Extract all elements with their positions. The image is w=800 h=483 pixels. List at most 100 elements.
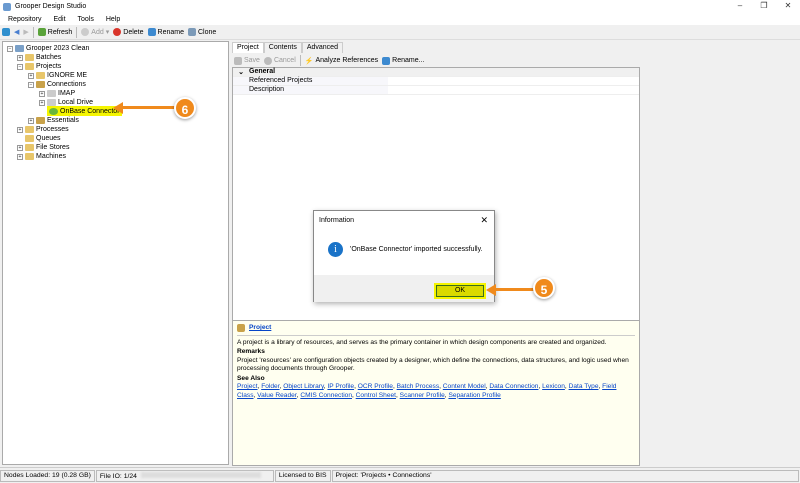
property-label: Description: [233, 86, 388, 94]
clone-button[interactable]: Clone: [187, 28, 217, 36]
help-description: A project is a library of resources, and…: [237, 338, 607, 346]
see-also-link[interactable]: Value Reader: [257, 392, 296, 399]
menu-help[interactable]: Help: [106, 16, 120, 23]
tree-node-onbase-connector[interactable]: OnBase Connector: [47, 106, 122, 116]
arrow-head: [113, 102, 123, 114]
node-label: OnBase Connector: [60, 107, 120, 115]
folder-icon: [25, 135, 34, 142]
see-also-link[interactable]: Lexicon: [542, 383, 565, 390]
property-description[interactable]: Description: [233, 86, 639, 95]
rename-label: Rename...: [392, 57, 425, 64]
rename-icon: [147, 28, 156, 36]
connection-icon: [47, 99, 56, 106]
tree-node-ignore-me[interactable]: + IGNORE ME: [28, 71, 87, 80]
see-also-link[interactable]: Project: [237, 383, 258, 390]
delete-button[interactable]: Delete: [113, 28, 144, 36]
tree-node-connections[interactable]: − Connections: [28, 80, 86, 89]
tree-node-essentials[interactable]: + Essentials: [28, 116, 79, 125]
node-label: IGNORE ME: [47, 72, 88, 79]
forward-icon[interactable]: ▶: [23, 28, 28, 36]
save-icon: [234, 56, 242, 65]
refresh-icon: [37, 28, 46, 36]
tree-node-machines[interactable]: + Machines: [17, 152, 66, 161]
close-button[interactable]: ✕: [776, 0, 800, 13]
see-also-link[interactable]: Object Library: [283, 383, 324, 390]
tree-node-queues[interactable]: Queues: [25, 134, 61, 143]
folder-icon: [36, 72, 45, 79]
refresh-button[interactable]: Refresh: [37, 28, 72, 36]
back-icon[interactable]: ◀: [14, 28, 19, 36]
menu-edit[interactable]: Edit: [53, 16, 65, 23]
rename-ellipsis-button[interactable]: Rename...: [382, 56, 425, 65]
lightning-icon: ⚡: [304, 57, 314, 65]
window-title: Grooper Design Studio: [15, 3, 87, 10]
see-also-link[interactable]: Data Type: [569, 383, 599, 390]
folder-icon: [25, 153, 34, 160]
see-also-link[interactable]: Control Sheet: [356, 392, 396, 399]
see-also-link[interactable]: Content Model: [443, 383, 486, 390]
delete-icon: [113, 28, 122, 36]
cancel-button[interactable]: Cancel: [263, 56, 296, 65]
tab-contents[interactable]: Contents: [263, 42, 302, 53]
file-io-text: File IO: 1/24: [99, 472, 137, 480]
property-referenced-projects[interactable]: Referenced Projects: [233, 77, 639, 86]
node-label: Processes: [36, 126, 69, 133]
connection-icon: [47, 90, 56, 97]
see-also-link[interactable]: CMIS Connection: [300, 392, 352, 399]
save-label: Save: [244, 57, 260, 64]
status-file-io: File IO: 1/24: [95, 469, 274, 482]
see-also-link[interactable]: IP Profile: [327, 383, 354, 390]
rename-label: Rename: [157, 28, 184, 36]
tree-node-processes[interactable]: + Processes: [17, 125, 69, 134]
node-label: Queues: [36, 135, 61, 142]
cmis-connection-icon: [49, 107, 58, 115]
delete-label: Delete: [123, 28, 144, 36]
status-project: Project: 'Projects • Connections': [331, 469, 799, 482]
tab-project[interactable]: Project: [232, 42, 264, 53]
rename-button[interactable]: Rename: [147, 28, 184, 36]
see-also-link[interactable]: Data Connection: [489, 383, 538, 390]
analyze-references-button[interactable]: ⚡ Analyze References: [305, 57, 378, 65]
cancel-icon: [263, 56, 272, 65]
tree-node-batches[interactable]: + Batches: [17, 53, 61, 62]
project-icon: [36, 117, 45, 124]
node-label: IMAP: [58, 90, 76, 97]
maximize-button[interactable]: ❐: [752, 0, 776, 13]
category-general[interactable]: ⌄ General: [233, 68, 639, 77]
app-icon: [3, 2, 11, 11]
see-also-link[interactable]: Folder: [261, 383, 279, 390]
see-also-link[interactable]: Scanner Profile: [400, 392, 445, 399]
node-label: Machines: [36, 153, 66, 160]
minimize-button[interactable]: –: [728, 0, 752, 13]
see-also-link[interactable]: OCR Profile: [358, 383, 393, 390]
add-button[interactable]: Add ▾: [81, 28, 109, 36]
tab-advanced[interactable]: Advanced: [301, 42, 343, 53]
remarks-heading: Remarks: [237, 348, 265, 355]
help-title-link[interactable]: Project: [249, 324, 271, 333]
node-label: Connections: [47, 81, 86, 88]
navigate-icon[interactable]: [2, 28, 10, 36]
right-panel: Project Contents Advanced Save Cancel ⚡ A…: [232, 41, 798, 466]
folder-icon: [25, 126, 34, 133]
see-also-link[interactable]: Separation Profile: [448, 392, 500, 399]
node-label: Essentials: [47, 117, 79, 124]
project-icon: [237, 324, 245, 333]
folder-icon: [25, 54, 34, 61]
tree-node-file-stores[interactable]: + File Stores: [17, 143, 69, 152]
tree-node-root[interactable]: − Grooper 2023 Clean: [7, 44, 89, 53]
node-label: Projects: [36, 63, 62, 70]
tree-node-projects[interactable]: − Projects: [17, 62, 61, 71]
main-toolbar: ◀ ▶ Refresh Add ▾ Delete Rename Clone: [0, 25, 800, 40]
project-icon: [36, 81, 45, 88]
clone-label: Clone: [197, 28, 217, 36]
status-nodes-loaded: Nodes Loaded: 19 (0.28 GB): [0, 469, 95, 482]
property-grid: ⌄ General Referenced Projects Description: [232, 67, 640, 359]
see-also-link[interactable]: Batch Process: [397, 383, 440, 390]
tree-node-imap[interactable]: + IMAP: [39, 89, 75, 98]
category-label: General: [249, 68, 276, 75]
menu-tools[interactable]: Tools: [78, 16, 94, 23]
title-bar: Grooper Design Studio – ❐ ✕: [0, 0, 800, 13]
save-button[interactable]: Save: [234, 56, 260, 65]
menu-repository[interactable]: Repository: [8, 16, 41, 23]
node-label: Local Drive: [58, 99, 94, 106]
